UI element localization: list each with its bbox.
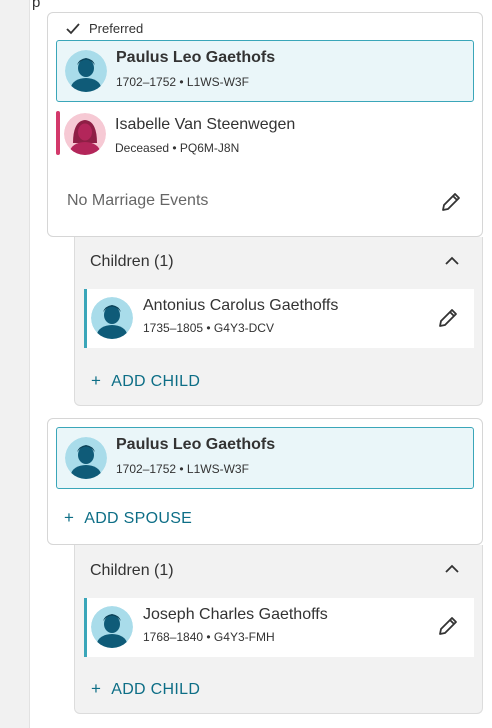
plus-icon: + bbox=[64, 508, 75, 527]
focus-person-card[interactable]: Paulus Leo Gaethofs 1702–1752 • L1WS-W3F bbox=[56, 40, 474, 102]
child-row[interactable]: Joseph Charles Gaethoffs 1768–1840 • G4Y… bbox=[84, 598, 474, 657]
add-spouse-button[interactable]: + ADD SPOUSE bbox=[64, 508, 192, 528]
add-child-label: ADD CHILD bbox=[111, 373, 201, 390]
add-child-label: ADD CHILD bbox=[111, 681, 201, 698]
family-card-2: Paulus Leo Gaethofs 1702–1752 • L1WS-W3F… bbox=[47, 418, 483, 545]
pencil-icon[interactable] bbox=[436, 306, 460, 330]
person-meta: 1768–1840 • G4Y3-FMH bbox=[143, 630, 275, 644]
marriage-events-text: No Marriage Events bbox=[67, 192, 209, 209]
child-color-bar bbox=[84, 598, 87, 657]
family-card-1: Preferred Paulus Leo Gaethofs 1702–1752 … bbox=[47, 12, 483, 237]
focus-person-card[interactable]: Paulus Leo Gaethofs 1702–1752 • L1WS-W3F bbox=[56, 427, 474, 489]
female-avatar-icon bbox=[64, 113, 106, 155]
add-spouse-label: ADD SPOUSE bbox=[84, 510, 193, 527]
add-child-button[interactable]: + ADD CHILD bbox=[91, 679, 200, 699]
chevron-up-icon[interactable] bbox=[444, 253, 460, 269]
person-name[interactable]: Paulus Leo Gaethofs bbox=[116, 49, 275, 67]
spouse-color-bar bbox=[56, 111, 60, 155]
person-name[interactable]: Paulus Leo Gaethofs bbox=[116, 436, 275, 454]
top-text-fragment: p bbox=[32, 0, 41, 11]
person-meta: 1702–1752 • L1WS-W3F bbox=[116, 462, 249, 476]
child-row[interactable]: Antonius Carolus Gaethoffs 1735–1805 • G… bbox=[84, 289, 474, 348]
child-color-bar bbox=[84, 289, 87, 348]
male-avatar-icon bbox=[91, 297, 133, 339]
children-panel-2: Children (1) Joseph Charles Gaethoffs 17… bbox=[74, 545, 483, 714]
add-child-button[interactable]: + ADD CHILD bbox=[91, 371, 200, 391]
plus-icon: + bbox=[91, 371, 102, 390]
children-panel-1: Children (1) Antonius Carolus Gaethoffs … bbox=[74, 237, 483, 406]
left-rail bbox=[0, 0, 30, 728]
check-icon bbox=[66, 22, 80, 34]
person-name[interactable]: Isabelle Van Steenwegen bbox=[115, 116, 295, 134]
person-meta: Deceased • PQ6M-J8N bbox=[115, 141, 240, 155]
children-header: Children (1) bbox=[90, 562, 174, 579]
person-meta: 1735–1805 • G4Y3-DCV bbox=[143, 321, 274, 335]
person-name[interactable]: Joseph Charles Gaethoffs bbox=[143, 606, 328, 624]
preferred-indicator: Preferred bbox=[65, 21, 143, 36]
male-avatar-icon bbox=[65, 437, 107, 479]
male-avatar-icon bbox=[65, 50, 107, 92]
pencil-icon[interactable] bbox=[439, 190, 463, 214]
plus-icon: + bbox=[91, 679, 102, 698]
person-meta: 1702–1752 • L1WS-W3F bbox=[116, 75, 249, 89]
chevron-up-icon[interactable] bbox=[444, 561, 460, 577]
children-header: Children (1) bbox=[90, 253, 174, 270]
person-name[interactable]: Antonius Carolus Gaethoffs bbox=[143, 297, 338, 315]
male-avatar-icon bbox=[91, 606, 133, 648]
pencil-icon[interactable] bbox=[436, 614, 460, 638]
preferred-label: Preferred bbox=[89, 21, 144, 36]
spouse-person-card[interactable]: Isabelle Van Steenwegen Deceased • PQ6M-… bbox=[56, 109, 474, 171]
